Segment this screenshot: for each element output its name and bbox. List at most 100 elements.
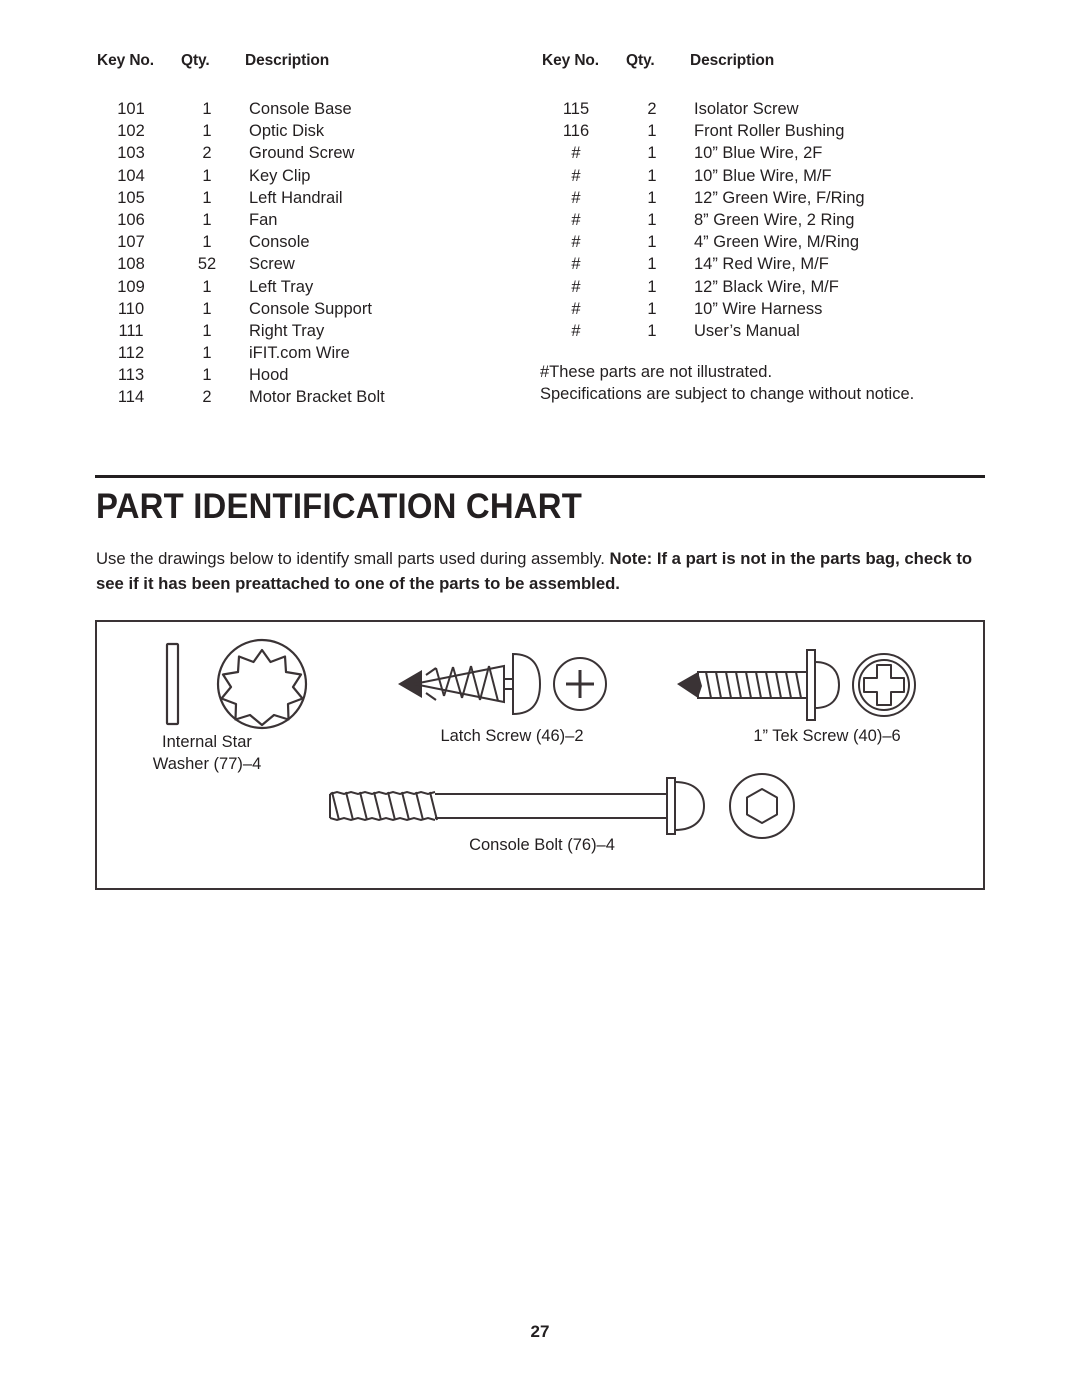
console-bolt-caption: Console Bolt (76)–4 [392,835,692,857]
cell-qty: 1 [202,100,212,118]
cell-key: # [571,144,581,163]
cell-desc: User’s Manual [694,321,800,340]
cell-desc: Motor Bracket Bolt [249,388,385,407]
table-header-row: Key No. Qty. Description [540,52,985,100]
table-row: 110 1 Console Support [95,300,540,322]
section-intro-paragraph: Use the drawings below to identify small… [96,546,996,596]
cell-desc: 10” Blue Wire, 2F [694,144,823,163]
cell-qty: 1 [202,277,212,296]
cell-desc: Front Roller Bushing [694,122,845,141]
table-row: 109 1 Left Tray [95,278,540,300]
cell-qty: 1 [202,299,212,318]
cell-desc: Console Support [249,299,372,318]
cell-key: # [571,166,581,185]
header-key-no: Key No. [97,52,155,69]
cell-qty: 52 [197,255,217,274]
parts-list-left-column: Key No. Qty. Description 101 1 Console Bas… [95,52,540,411]
cell-key: # [571,277,581,296]
cell-key: 116 [562,122,590,141]
cell-qty: 1 [202,366,212,385]
parts-left-body: 101 1 Console Base 102 1 Optic Disk 103 2 Grou… [95,100,540,411]
cell-key: # [571,321,581,340]
internal-star-washer-caption: Internal Star Washer (77)–4 [97,732,317,775]
cell-desc: iFIT.com Wire [249,344,350,363]
header-key-no: Key No. [542,52,600,69]
cell-key: 102 [117,122,145,141]
cell-qty: 1 [202,122,212,141]
cell-desc: Left Handrail [249,188,343,207]
part-identification-chart-box: Internal Star Washer (77)–4 Latch Screw … [95,620,985,890]
cell-desc: Isolator Screw [694,100,799,118]
cell-desc: Left Tray [249,277,314,296]
footnote-specifications: Specifications are subject to change wit… [540,384,915,403]
cell-qty: 1 [647,144,657,163]
latch-screw-illustration [392,644,607,729]
cell-desc: 8” Green Wire, 2 Ring [694,210,855,229]
table-row: 103 2 Ground Screw [95,144,540,166]
cell-qty: 1 [647,188,657,207]
table-row: 115 2 Isolator Screw [540,100,985,122]
intro-plain-text: Use the drawings below to identify small… [96,549,610,568]
cell-desc: 10” Blue Wire, M/F [694,166,832,185]
cell-key: 107 [117,233,145,252]
cell-key: 109 [117,277,145,296]
table-row: 106 1 Fan [95,211,540,233]
cell-key: 106 [117,210,145,229]
parts-table-left: Key No. Qty. Description 101 1 Console Bas… [95,52,540,411]
cell-qty: 1 [202,210,212,229]
table-row: #1 10” Blue Wire, M/F [540,167,985,189]
table-row: 104 1 Key Clip [95,167,540,189]
cell-desc: Right Tray [249,321,325,340]
cell-qty: 1 [202,321,212,340]
caption-line-1: Console Bolt (76)–4 [469,836,615,854]
cell-qty: 2 [647,100,657,118]
cell-key: # [571,299,581,318]
cell-key: # [571,233,581,252]
table-row: 101 1 Console Base [95,100,540,122]
table-row: 102 1 Optic Disk [95,122,540,144]
page-title: PART IDENTIFICATION CHART [96,487,582,526]
table-row: #1 12” Black Wire, M/F [540,278,985,300]
cell-key: 104 [117,166,145,185]
section-divider-rule [95,475,985,478]
cell-desc: Screw [249,255,295,274]
cell-desc: Optic Disk [249,122,325,141]
cell-key: 105 [117,188,145,207]
cell-key: 110 [117,299,145,318]
parts-list-footnotes: #These parts are not illustrated. Specif… [540,362,985,405]
cell-qty: 1 [647,299,657,318]
cell-key: 115 [562,100,590,118]
cell-qty: 2 [202,144,212,163]
table-header-row: Key No. Qty. Description [95,52,540,100]
header-qty: Qty. [181,52,210,69]
table-row: #1 8” Green Wire, 2 Ring [540,211,985,233]
cell-qty: 1 [202,344,212,363]
cell-desc: 14” Red Wire, M/F [694,255,829,274]
table-row: 111 1 Right Tray [95,322,540,344]
cell-qty: 1 [647,210,657,229]
cell-desc: 12” Green Wire, F/Ring [694,188,865,207]
page-number: 27 [530,1322,550,1341]
caption-line-1: Internal Star [162,733,252,751]
parts-list-section: Key No. Qty. Description 101 1 Console Bas… [95,52,985,411]
caption-line-1: Latch Screw (46)–2 [440,727,584,745]
cell-key: # [571,188,581,207]
cell-qty: 1 [647,321,657,340]
cell-key: 101 [117,100,145,118]
cell-key: 111 [118,321,144,340]
cell-key: # [571,255,581,274]
cell-key: 112 [117,344,145,363]
cell-key: 113 [117,366,145,385]
table-row: #1 14” Red Wire, M/F [540,255,985,277]
cell-desc: Fan [249,210,278,229]
cell-qty: 1 [647,122,657,141]
parts-table-right: Key No. Qty. Description 115 2 Isolator Sc… [540,52,985,344]
table-row: 112 1 iFIT.com Wire [95,344,540,366]
table-row: #1 10” Wire Harness [540,300,985,322]
table-row: 116 1 Front Roller Bushing [540,122,985,144]
cell-qty: 1 [647,233,657,252]
cell-desc: 4” Green Wire, M/Ring [694,233,860,252]
cell-qty: 1 [647,255,657,274]
caption-line-1: 1” Tek Screw (40)–6 [753,727,901,745]
table-row: 113 1 Hood [95,366,540,388]
